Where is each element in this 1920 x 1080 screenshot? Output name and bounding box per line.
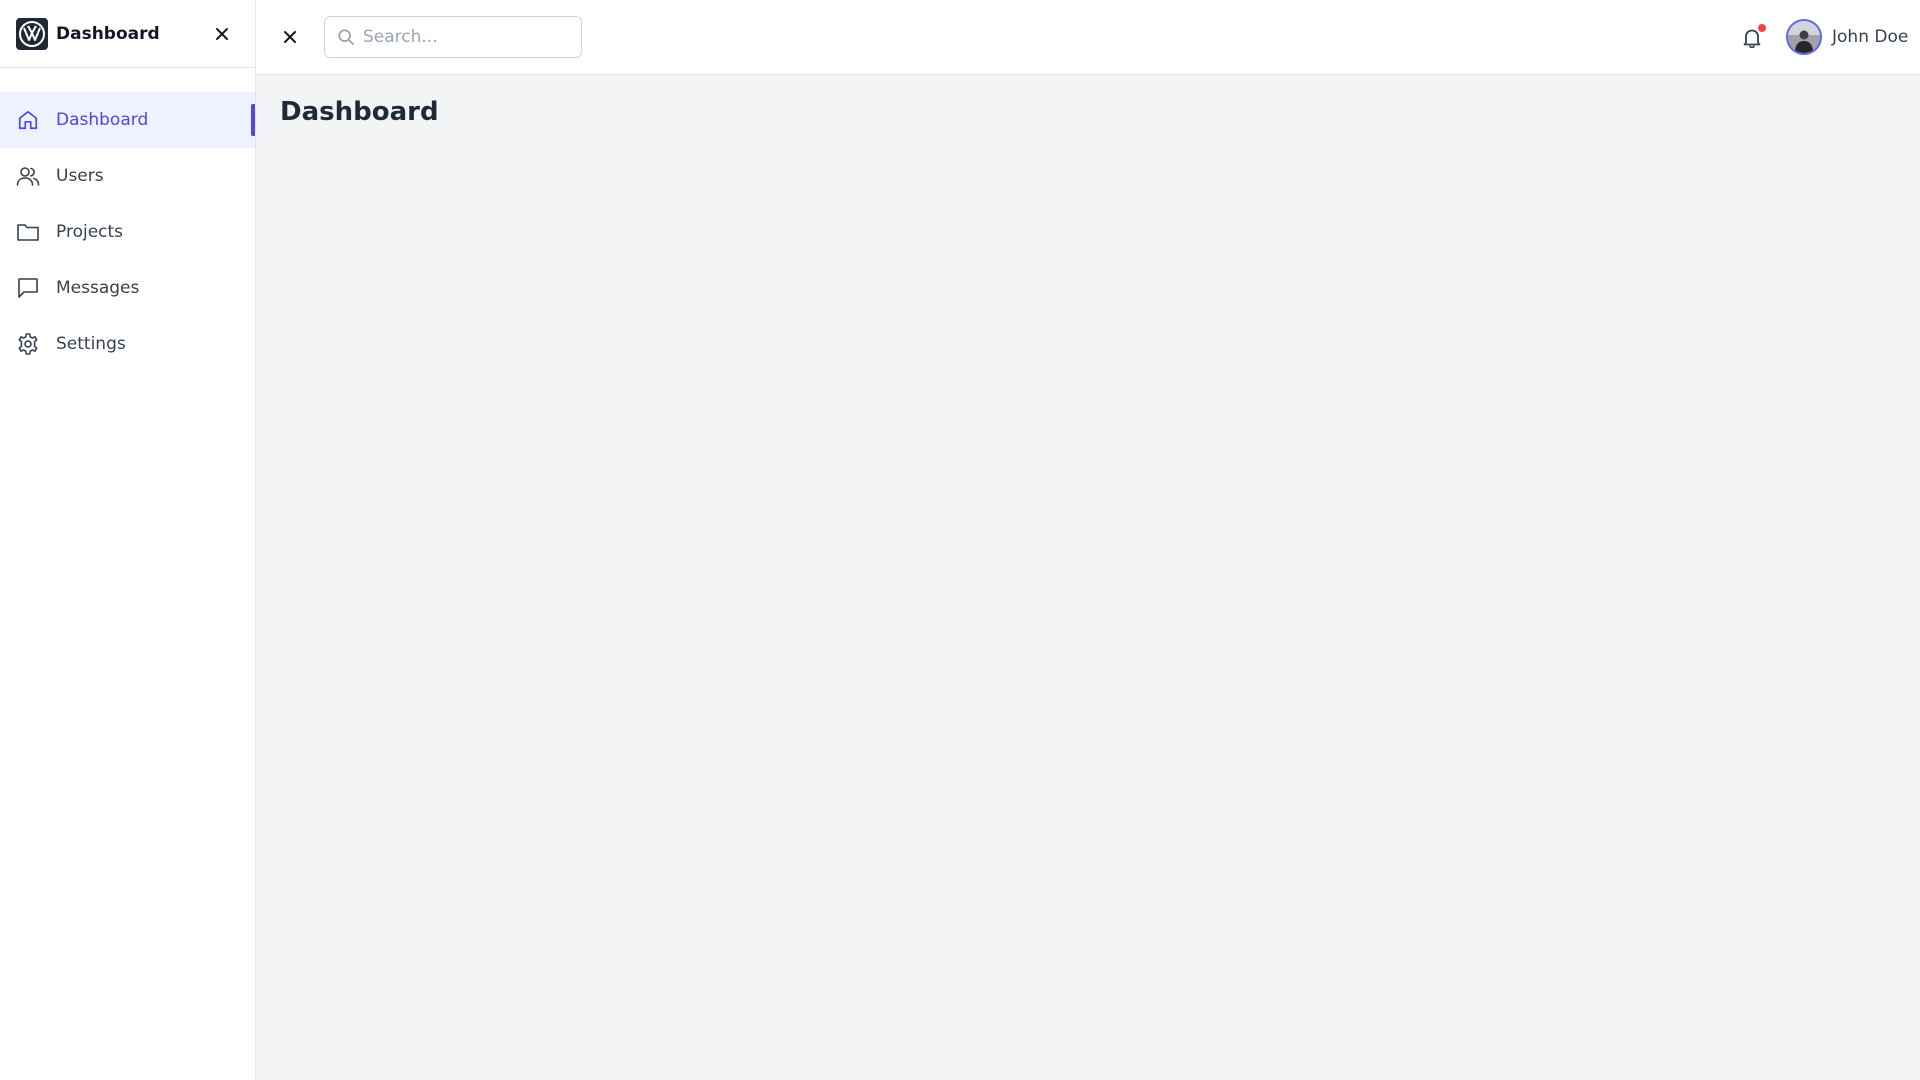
- sidebar-close-button[interactable]: [210, 22, 234, 46]
- sidebar: Dashboard Dashboard Users Projects Messa…: [0, 0, 256, 1080]
- sidebar-item-settings[interactable]: Settings: [0, 316, 255, 372]
- search-box: [324, 16, 582, 58]
- notification-dot: [1758, 24, 1766, 32]
- sidebar-nav: Dashboard Users Projects Messages Settin…: [0, 92, 255, 372]
- search-icon: [338, 29, 355, 46]
- sidebar-item-label: Dashboard: [56, 110, 149, 130]
- brand-title: Dashboard: [56, 23, 160, 44]
- app-root: Dashboard Dashboard Users Projects Messa…: [0, 0, 1920, 1080]
- sidebar-item-label: Settings: [56, 334, 126, 354]
- sidebar-item-label: Projects: [56, 222, 124, 242]
- gear-icon: [16, 332, 40, 356]
- page-title: Dashboard: [280, 97, 439, 127]
- close-menu-button[interactable]: [278, 25, 302, 49]
- logo-icon: [16, 17, 48, 50]
- home-icon: [16, 108, 40, 132]
- close-icon: [216, 28, 228, 40]
- main-content: Dashboard: [256, 75, 1920, 149]
- sidebar-header: Dashboard: [0, 0, 255, 68]
- sidebar-item-messages[interactable]: Messages: [0, 260, 255, 316]
- sidebar-item-label: Users: [56, 166, 104, 186]
- topbar: John Doe: [256, 0, 1920, 75]
- users-icon: [16, 164, 40, 188]
- sidebar-item-projects[interactable]: Projects: [0, 204, 255, 260]
- sidebar-item-users[interactable]: Users: [0, 148, 255, 204]
- close-icon: [284, 31, 296, 43]
- user-name: John Doe: [1832, 27, 1909, 47]
- sidebar-item-label: Messages: [56, 278, 140, 298]
- message-icon: [16, 276, 40, 300]
- main-area: John Doe Dashboard: [256, 0, 1920, 1080]
- avatar: [1786, 19, 1822, 55]
- search-input[interactable]: [363, 27, 563, 47]
- sidebar-item-dashboard[interactable]: Dashboard: [0, 92, 255, 148]
- user-menu[interactable]: John Doe: [1786, 18, 1908, 56]
- folder-icon: [16, 220, 40, 244]
- notifications-button[interactable]: [1738, 24, 1766, 52]
